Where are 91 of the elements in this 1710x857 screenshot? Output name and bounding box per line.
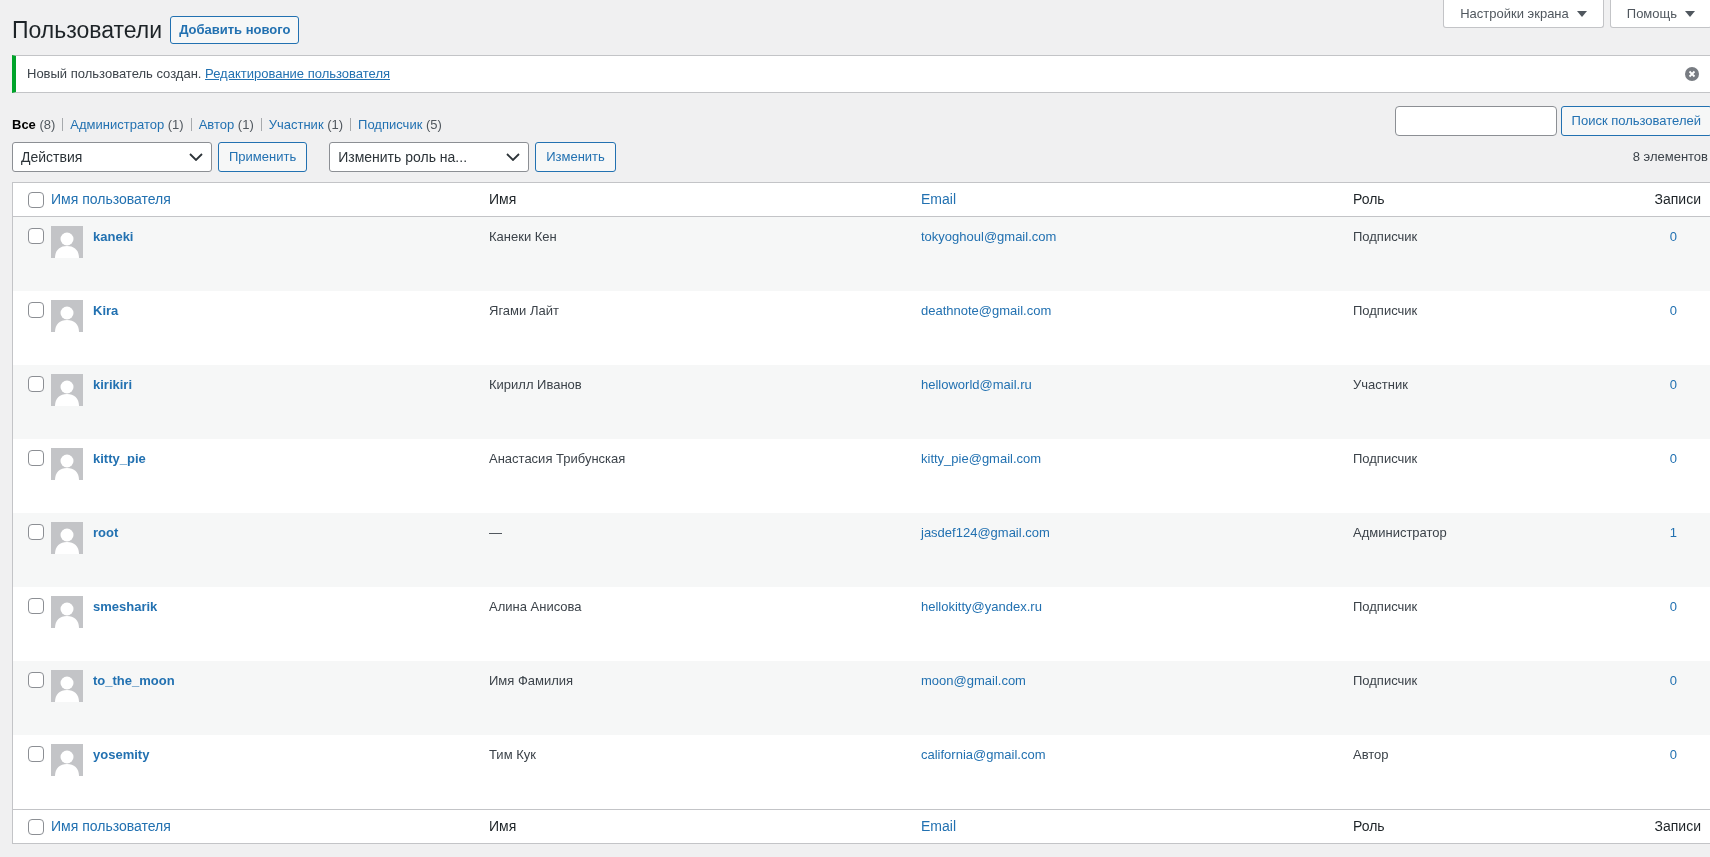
table-cell: Подписчик (1353, 303, 1418, 318)
posts-count-link[interactable]: 0 (1669, 303, 1677, 318)
change-button[interactable]: Изменить (535, 142, 616, 172)
items-count: 8 элементов (1632, 148, 1709, 167)
table-cell: Подписчик (1353, 599, 1418, 614)
chevron-down-icon (189, 153, 203, 161)
checkbox[interactable] (28, 746, 44, 762)
column-header: Записи (1654, 818, 1701, 834)
username-link[interactable]: kitty_pie (93, 448, 146, 469)
edit-user-link[interactable]: Редактирование пользователя (205, 66, 390, 82)
avatar-icon (51, 522, 83, 554)
table-cell: Подписчик (1353, 229, 1418, 244)
avatar-icon (51, 744, 83, 776)
role-filter-link[interactable]: Автор (1) (198, 114, 254, 134)
username-link[interactable]: yosemity (93, 744, 150, 765)
search-field[interactable] (1394, 106, 1557, 136)
username-link[interactable]: kaneki (93, 226, 134, 247)
change-role-select[interactable]: Изменить роль на... (329, 142, 530, 172)
avatar-icon (51, 300, 83, 332)
role-filter-link[interactable]: Подписчик (5) (358, 114, 442, 134)
role-filter-link[interactable]: Все (8) (12, 114, 56, 134)
page-title: Пользователи (12, 15, 163, 45)
caret-icon (1685, 10, 1695, 17)
avatar-icon (51, 226, 83, 258)
username-link[interactable]: to_the_moon (93, 670, 175, 691)
search-users-button[interactable]: Поиск пользователей (1560, 106, 1710, 136)
chevron-down-icon (506, 153, 521, 161)
avatar-icon (51, 670, 83, 702)
posts-count-link[interactable]: 0 (1669, 599, 1677, 614)
email-link[interactable]: california@gmail.com (921, 747, 1046, 762)
avatar-icon (51, 596, 83, 628)
table-cell: Анастасия Трибунская (489, 451, 626, 466)
avatar-icon (51, 448, 83, 480)
column-header: Имя (489, 818, 517, 834)
screen-options-tab[interactable]: Помощь (1609, 0, 1710, 28)
checkbox[interactable] (28, 228, 44, 244)
table-cell: — (489, 525, 502, 540)
email-link[interactable]: jasdef124@gmail.com (921, 525, 1050, 540)
table-cell: Подписчик (1353, 451, 1418, 466)
table-cell: Алина Анисова (489, 599, 582, 614)
sortable-column-header[interactable]: Email (921, 818, 956, 834)
role-filter-link[interactable]: Участник (1) (268, 114, 344, 134)
posts-count-link[interactable]: 0 (1669, 451, 1677, 466)
column-header: Записи (1654, 191, 1701, 207)
username-link[interactable]: smesharik (93, 596, 158, 617)
posts-count-link[interactable]: 0 (1669, 377, 1677, 392)
email-link[interactable]: hellokitty@yandex.ru (921, 599, 1042, 614)
checkbox[interactable] (28, 524, 44, 540)
username-link[interactable]: Kira (93, 300, 119, 321)
checkbox[interactable] (28, 672, 44, 688)
posts-count-link[interactable]: 0 (1669, 229, 1677, 244)
email-link[interactable]: tokyoghoul@gmail.com (921, 229, 1057, 244)
table-cell: Имя Фамилия (489, 673, 574, 688)
checkbox[interactable] (28, 818, 44, 835)
add-new-button[interactable]: Добавить нового (170, 16, 300, 44)
email-link[interactable]: deathnote@gmail.com (921, 303, 1052, 318)
table-cell: Подписчик (1353, 673, 1418, 688)
apply-button[interactable]: Применить (218, 142, 308, 172)
posts-count-link[interactable]: 0 (1669, 673, 1677, 688)
checkbox[interactable] (28, 450, 44, 466)
sortable-column-header[interactable]: Имя пользователя (51, 191, 171, 207)
table-cell: Автор (1353, 747, 1389, 762)
username-link[interactable]: kirikiri (93, 374, 133, 395)
posts-count-link[interactable]: 1 (1669, 525, 1677, 540)
caret-icon (1576, 10, 1587, 17)
checkbox[interactable] (28, 598, 44, 614)
table-cell: Тим Кук (489, 747, 536, 762)
notice-message: Новый пользователь создан. Редактирование пользователя (27, 65, 390, 84)
screen-options-tab[interactable]: Настройки экрана (1443, 0, 1604, 28)
dismiss-icon[interactable] (1685, 67, 1699, 81)
checkbox[interactable] (28, 376, 44, 392)
username-link[interactable]: root (93, 522, 119, 543)
sortable-column-header[interactable]: Имя пользователя (51, 818, 171, 834)
table-cell: Ягами Лайт (489, 303, 559, 318)
column-header: Роль (1353, 818, 1385, 834)
email-link[interactable]: kitty_pie@gmail.com (921, 451, 1042, 466)
posts-count-link[interactable]: 0 (1669, 747, 1677, 762)
column-header: Имя (489, 191, 517, 207)
table-cell: Кирилл Иванов (489, 377, 582, 392)
sortable-column-header[interactable]: Email (921, 191, 956, 207)
bulk-actions-select[interactable]: Действия (12, 142, 212, 172)
table-cell: Администратор (1353, 525, 1447, 540)
email-link[interactable]: helloworld@mail.ru (921, 377, 1032, 392)
checkbox[interactable] (28, 191, 44, 208)
avatar-icon (51, 374, 83, 406)
column-header: Роль (1353, 191, 1385, 207)
role-filter-link[interactable]: Администратор (1) (70, 114, 184, 134)
email-link[interactable]: moon@gmail.com (921, 673, 1026, 688)
checkbox[interactable] (28, 302, 44, 318)
table-cell: Участник (1353, 377, 1408, 392)
table-cell: Канеки Кен (489, 229, 557, 244)
